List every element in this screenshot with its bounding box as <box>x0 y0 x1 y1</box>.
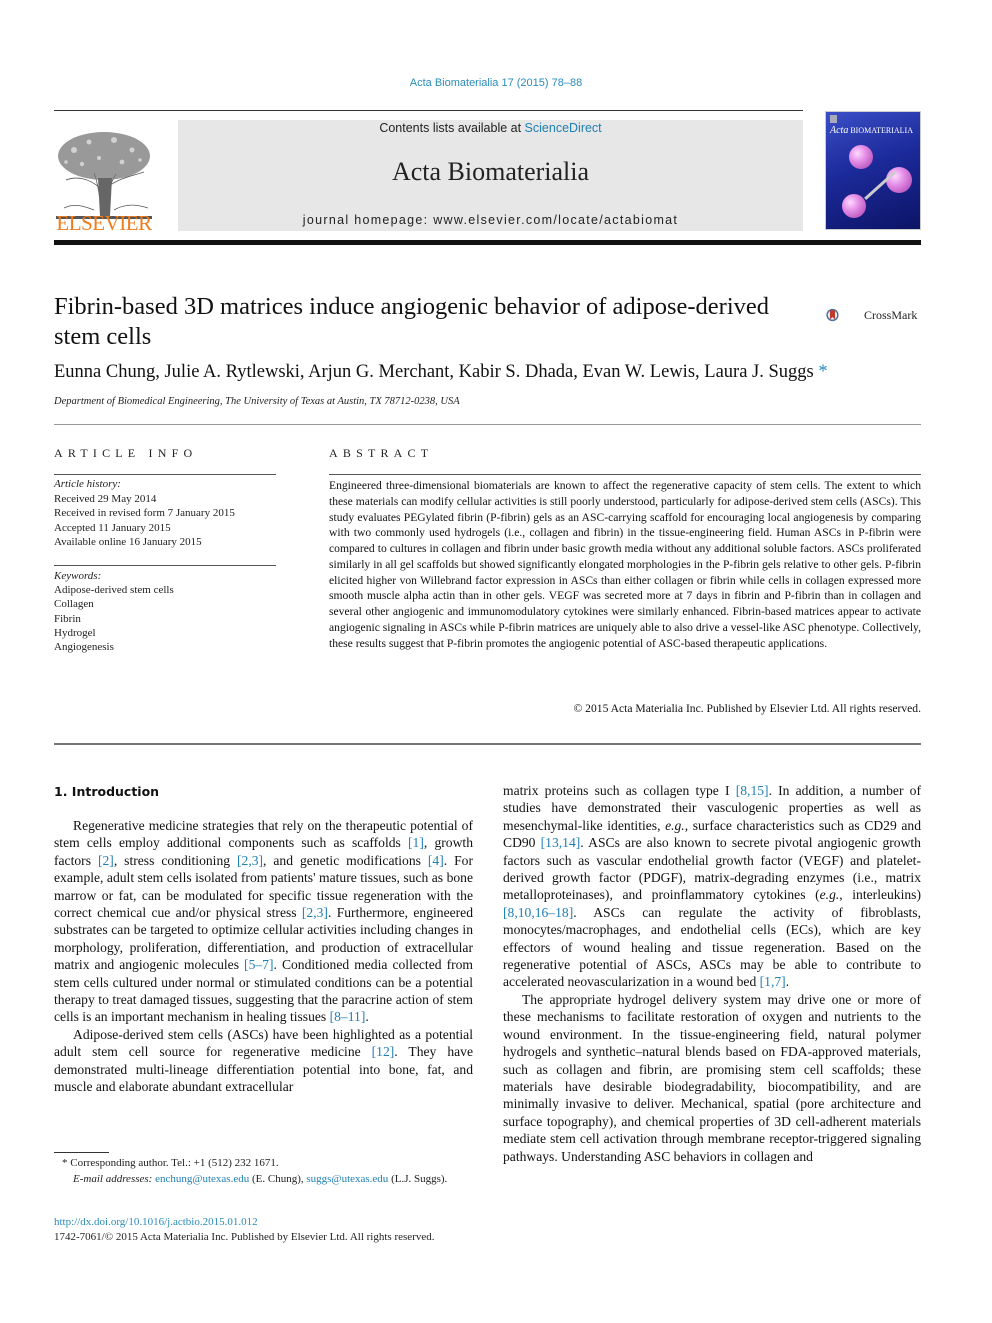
citation-link[interactable]: [2,3] <box>237 853 263 868</box>
article-history: Article history: Received 29 May 2014 Re… <box>54 477 294 550</box>
email-owner-suggs: (L.J. Suggs). <box>388 1172 448 1185</box>
history-item: Received 29 May 2014 <box>54 492 157 505</box>
article-info-rule <box>54 474 276 475</box>
citation-link[interactable]: [1] <box>408 835 424 850</box>
keywords-rule <box>54 565 276 566</box>
homepage-prefix: journal homepage: <box>302 213 434 227</box>
author-names: Eunna Chung, Julie A. Rytlewski, Arjun G… <box>54 362 814 382</box>
abstract-rule <box>329 474 921 475</box>
body-text: matrix proteins such as collagen type I <box>503 783 736 798</box>
body-text: , stress conditioning <box>113 852 237 868</box>
citation-link[interactable]: [1,7] <box>760 974 786 989</box>
citation-link[interactable]: [4] <box>428 853 444 868</box>
section-heading-introduction: 1. Introduction <box>54 784 160 799</box>
article-title: Fibrin-based 3D matrices induce angiogen… <box>54 293 770 350</box>
issn-copyright: 1742-7061/© 2015 Acta Materialia Inc. Pu… <box>54 1231 435 1243</box>
keyword-item: Angiogenesis <box>54 641 114 654</box>
citation-link[interactable]: [8–11] <box>330 1009 366 1024</box>
contents-prefix: Contents lists available at <box>379 121 525 135</box>
body-column-right: matrix proteins such as collagen type I … <box>503 782 921 1165</box>
email-owner-chung: (E. Chung), <box>249 1172 307 1185</box>
journal-cover-thumbnail[interactable]: Acta BIOMATERIALIA <box>825 111 921 230</box>
intro-paragraph: Regenerative medicine strategies that re… <box>54 817 473 1026</box>
history-item: Accepted 11 January 2015 <box>54 521 171 534</box>
affiliation: Department of Biomedical Engineering, Th… <box>54 396 460 407</box>
cover-title: Acta BIOMATERIALIA <box>830 125 913 136</box>
doi-link[interactable]: http://dx.doi.org/10.1016/j.actbio.2015.… <box>54 1216 258 1228</box>
body-text: , and genetic modifications <box>263 852 428 868</box>
keywords: Keywords: Adipose-derived stem cells Col… <box>54 569 294 654</box>
body-column-left: Regenerative medicine strategies that re… <box>54 817 473 1096</box>
keywords-label: Keywords: <box>54 570 102 582</box>
email-link-suggs[interactable]: suggs@utexas.edu <box>306 1173 388 1185</box>
keyword-item: Hydrogel <box>54 626 96 639</box>
cover-sphere-icon <box>842 194 866 218</box>
body-text: . <box>365 1009 369 1025</box>
body-text: , interleukins) <box>839 887 921 903</box>
sciencedirect-link[interactable]: ScienceDirect <box>525 121 602 135</box>
citation-link[interactable]: [13,14] <box>541 835 581 850</box>
elsevier-wordmark: ELSEVIER <box>56 211 152 235</box>
body-text: . <box>785 974 790 990</box>
history-item: Received in revised form 7 January 2015 <box>54 507 235 520</box>
abstract-end-rule <box>54 743 921 745</box>
crossmark-label[interactable]: CrossMark <box>864 308 917 323</box>
italic-text: e.g. <box>665 817 685 833</box>
email-label: E-mail addresses: <box>73 1172 156 1185</box>
header-thick-rule <box>54 240 921 245</box>
email-link-chung[interactable]: enchung@utexas.edu <box>155 1173 249 1185</box>
citation-link[interactable]: [8,10,16–18] <box>503 905 573 920</box>
cover-sphere-icon <box>849 145 873 169</box>
journal-name: Acta Biomaterialia <box>391 157 590 186</box>
italic-text: e.g. <box>819 887 840 903</box>
history-label: Article history: <box>54 478 121 490</box>
crossmark-icon[interactable] <box>826 297 862 333</box>
history-item: Available online 16 January 2015 <box>54 536 202 549</box>
journal-citation-link[interactable]: Acta Biomaterialia 17 (2015) 78–88 <box>0 77 992 89</box>
footnote-rule <box>54 1152 109 1153</box>
contents-availability: Contents lists available at ScienceDirec… <box>178 121 803 135</box>
corresponding-author-marker[interactable]: * <box>818 362 827 382</box>
keyword-item: Collagen <box>54 598 94 611</box>
author-list: Eunna Chung, Julie A. Rytlewski, Arjun G… <box>54 362 924 383</box>
keyword-item: Adipose-derived stem cells <box>54 584 174 597</box>
citation-link[interactable]: [12] <box>372 1044 395 1059</box>
article-info-heading: ARTICLE INFO <box>54 446 198 460</box>
citation-link[interactable]: [2] <box>98 853 114 868</box>
keyword-item: Fibrin <box>54 612 81 625</box>
footnotes: * Corresponding author. Tel.: +1 (512) 2… <box>54 1156 473 1187</box>
affiliation-rule <box>54 424 921 425</box>
body-text: The appropriate hydrogel delivery system… <box>503 991 921 1164</box>
intro-paragraph-continued: matrix proteins such as collagen type I … <box>503 782 921 991</box>
header-rule <box>54 110 803 111</box>
cover-publisher-icon <box>830 115 837 123</box>
citation-link[interactable]: [5–7] <box>244 957 273 972</box>
citation-link[interactable]: [8,15] <box>736 783 769 798</box>
cover-sphere-icon <box>886 167 912 193</box>
homepage-url-link[interactable]: www.elsevier.com/locate/actabiomat <box>433 213 678 227</box>
abstract-text: Engineered three-dimensional biomaterial… <box>329 479 921 650</box>
journal-homepage: journal homepage: www.elsevier.com/locat… <box>178 213 803 227</box>
cover-title-biomaterialia: BIOMATERIALIA <box>848 126 913 135</box>
corresponding-author-note: * Corresponding author. Tel.: +1 (512) 2… <box>62 1157 279 1169</box>
citation-link[interactable]: [2,3] <box>302 905 328 920</box>
abstract-copyright: © 2015 Acta Materialia Inc. Published by… <box>573 702 921 715</box>
email-note: E-mail addresses: enchung@utexas.edu (E.… <box>54 1172 473 1188</box>
abstract-heading: ABSTRACT <box>329 446 434 460</box>
cover-title-acta: Acta <box>830 125 849 136</box>
intro-paragraph: The appropriate hydrogel delivery system… <box>503 991 921 1165</box>
intro-paragraph: Adipose-derived stem cells (ASCs) have b… <box>54 1026 473 1096</box>
